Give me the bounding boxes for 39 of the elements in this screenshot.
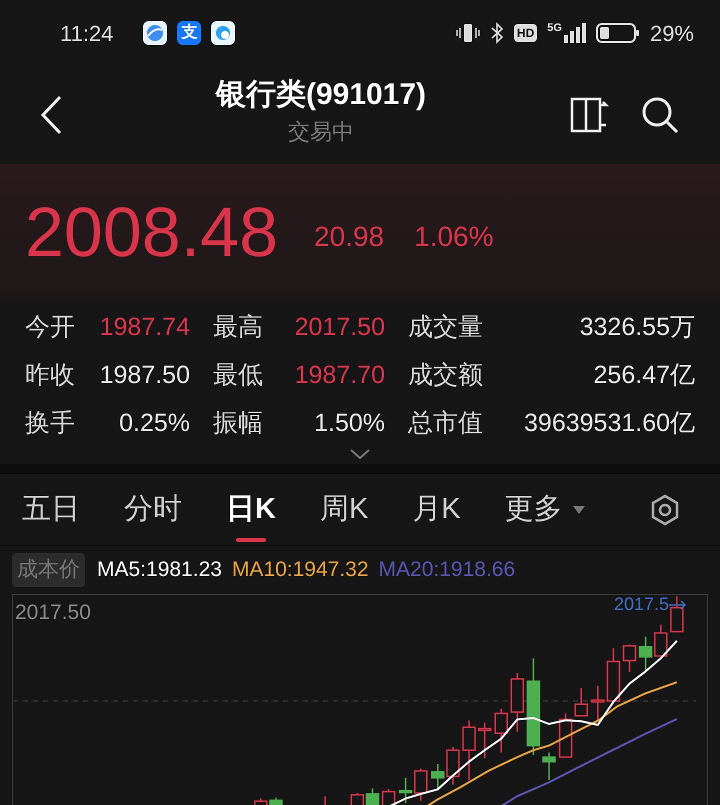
period-tab[interactable]: 分时 [124,474,182,546]
period-tab[interactable]: 日K [226,474,276,546]
stat-value: 39639531.60亿 [524,408,695,440]
stat-label: 昨收 [25,360,75,392]
stat-value: 0.25% [119,408,190,440]
clock: 11:24 [60,20,114,48]
stat-value: 2017.50 [294,312,385,344]
stat-value: 256.47亿 [594,360,695,392]
stat-label: 总市值 [408,408,483,440]
period-tab[interactable]: 月K [412,474,461,546]
period-tab[interactable]: 五日 [22,474,80,546]
axis-max-label: 2017.50 [15,600,91,626]
period-tab[interactable]: 更多 [504,474,585,546]
percent-change: 1.06% [414,220,494,254]
moving-average-label: MA10:1947.32 [232,557,369,584]
stat-value: 1.50% [314,408,385,440]
period-tab[interactable]: 周K [320,474,368,546]
stat-value: 1987.70 [294,360,385,392]
moving-average-label: MA5:1981.23 [97,557,222,584]
network-label: 5G [547,23,562,34]
stat-label: 振幅 [213,408,263,440]
stat-label: 成交量 [408,312,483,344]
high-price-marker: 2017.5 [614,593,669,616]
page-title: 银行类(991017) [216,76,426,112]
stat-label: 最高 [213,312,263,344]
stat-value: 1987.74 [100,312,190,344]
hd-indicator: HD [514,24,538,42]
current-price: 2008.48 [25,197,278,267]
price-change: 20.98 [314,220,384,254]
stat-label: 换手 [25,408,75,440]
stat-label: 成交额 [408,360,483,392]
payment-app-icon: 支 [177,21,202,45]
trading-status: 交易中 [288,118,354,146]
battery-percent: 29% [650,20,694,48]
stat-label: 今开 [25,312,75,344]
moving-average-label: MA20:1918.66 [378,557,516,584]
stat-value: 1987.50 [100,360,190,392]
stat-label: 最低 [213,360,263,392]
stat-value: 3326.55万 [580,312,695,344]
